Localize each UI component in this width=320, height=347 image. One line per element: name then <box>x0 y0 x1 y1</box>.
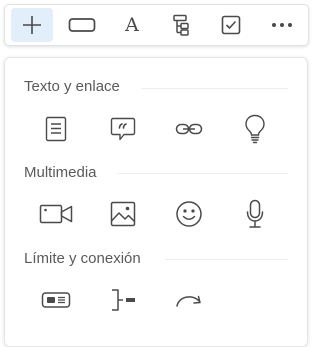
checkbox-button[interactable] <box>210 8 252 42</box>
image-icon <box>110 201 136 227</box>
relationship-arrow-icon <box>176 295 201 307</box>
section-title-multimedia: Multimedia <box>24 164 97 181</box>
add-icon <box>23 16 41 34</box>
connector-icon <box>112 289 135 311</box>
tree-icon <box>173 14 189 36</box>
tree-button[interactable] <box>160 8 202 42</box>
more-button[interactable] <box>261 8 303 42</box>
more-icon <box>272 23 292 27</box>
idea-icon <box>245 114 265 144</box>
microphone-button[interactable] <box>233 196 277 232</box>
note-button[interactable] <box>34 111 78 147</box>
top-toolbar: A <box>4 4 309 46</box>
section-title-boundary-connection: Límite y conexión <box>24 250 141 267</box>
section-title-text-link: Texto y enlace <box>24 78 120 95</box>
text-button[interactable]: A <box>111 8 153 42</box>
microphone-icon <box>246 199 264 228</box>
divider <box>141 88 288 89</box>
divider <box>117 173 288 174</box>
note-icon <box>45 116 67 142</box>
emoji-button[interactable] <box>167 196 211 232</box>
connector-button[interactable] <box>101 282 145 318</box>
video-button[interactable] <box>34 196 78 232</box>
link-button[interactable] <box>167 111 211 147</box>
image-button[interactable] <box>101 196 145 232</box>
boundary-button[interactable] <box>34 282 78 318</box>
idea-button[interactable] <box>233 111 277 147</box>
relationship-arrow-button[interactable] <box>167 282 211 318</box>
add-button[interactable] <box>11 8 53 42</box>
checkbox-icon <box>221 15 241 35</box>
shape-icon <box>68 18 96 32</box>
link-icon <box>175 123 203 135</box>
video-icon <box>39 204 73 224</box>
comment-icon <box>110 117 136 141</box>
shape-button[interactable] <box>61 8 103 42</box>
divider <box>165 259 288 260</box>
emoji-icon <box>176 201 202 227</box>
text-icon: A <box>125 13 139 36</box>
insert-panel: Texto y enlace Multimedia Límite y conex… <box>4 57 308 347</box>
boundary-icon <box>41 292 71 308</box>
comment-button[interactable] <box>101 111 145 147</box>
